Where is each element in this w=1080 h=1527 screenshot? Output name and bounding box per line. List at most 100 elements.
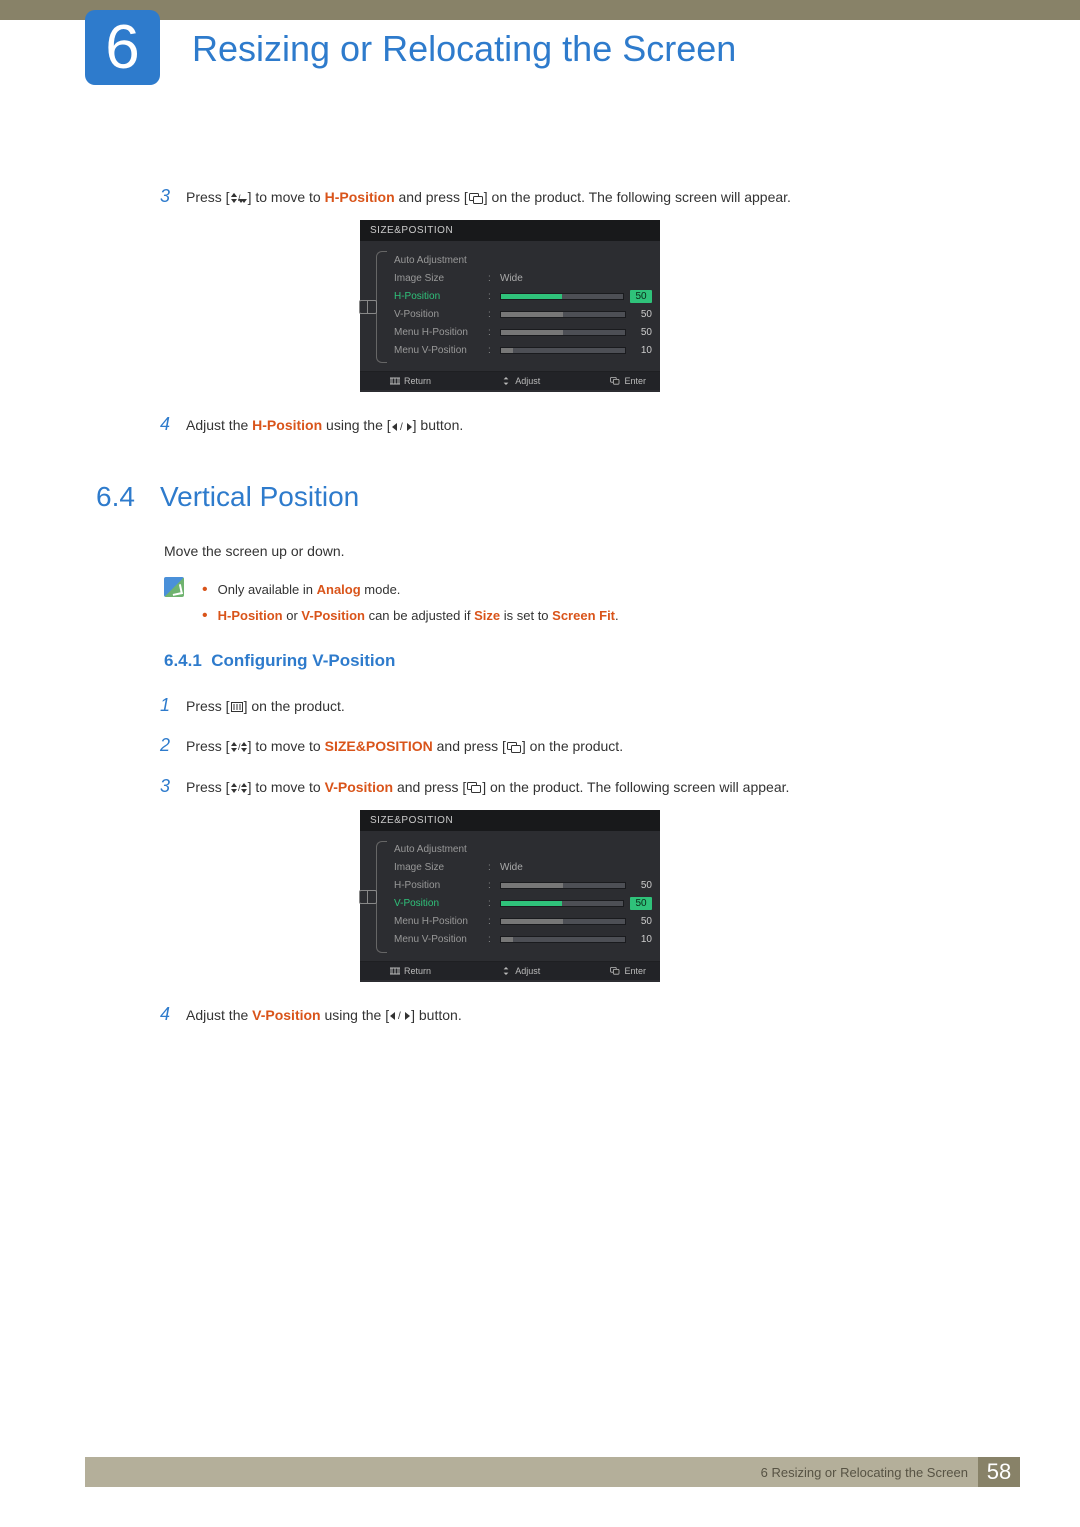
text: . <box>615 608 619 623</box>
keyword: H-Position <box>325 189 395 205</box>
step-row: 1 Press [ ] on the product. <box>160 689 970 721</box>
keyword: Analog <box>317 582 361 597</box>
enter-icon <box>507 742 521 753</box>
osd-menu-item: Menu V-Position:10 <box>394 341 652 359</box>
page-number: 58 <box>978 1457 1020 1487</box>
subsection-title: Configuring V-Position <box>211 651 395 670</box>
up-down-icon: / <box>231 742 247 752</box>
step-text: Press [/] to move to H-Position and pres… <box>186 185 970 210</box>
osd-footer: Return Adjust Enter <box>360 371 660 390</box>
left-right-icon: / <box>392 422 412 432</box>
text: ] to move to <box>248 738 325 754</box>
manual-page: 6 Resizing or Relocating the Screen 3 Pr… <box>0 0 1080 1527</box>
bullet-icon: • <box>202 577 208 603</box>
keyword: Size <box>474 608 500 623</box>
osd-slider: 50 <box>500 897 652 910</box>
step-number: 4 <box>160 998 186 1030</box>
osd-slider: 50 <box>500 290 652 303</box>
header-stripe <box>0 0 1080 20</box>
text: and press [ <box>393 779 466 795</box>
osd-body: Auto AdjustmentImage Size:WideH-Position… <box>360 831 660 961</box>
text: ] button. <box>411 1007 462 1023</box>
text: ] to move to <box>248 189 325 205</box>
osd-slider-value: 50 <box>632 327 652 338</box>
footer-bar: 6 Resizing or Relocating the Screen 58 <box>85 1457 1020 1487</box>
osd-item-label: V-Position <box>394 898 482 909</box>
step-text: Press [ ] on the product. <box>186 694 970 719</box>
colon: : <box>488 273 494 284</box>
text: and press [ <box>433 738 506 754</box>
bullet-icon: • <box>202 603 208 629</box>
step-number: 3 <box>160 770 186 802</box>
keyword: H-Position <box>218 608 283 623</box>
osd-item-label: Image Size <box>394 862 482 873</box>
text: or <box>283 608 302 623</box>
step-number: 1 <box>160 689 186 721</box>
text: Press [ <box>186 698 230 714</box>
osd-adjust: Adjust <box>501 966 540 976</box>
note-list: • Only available in Analog mode. • H-Pos… <box>202 577 619 629</box>
osd-item-value: Wide <box>500 862 523 873</box>
text: Press [ <box>186 779 230 795</box>
osd-menu-item: Auto Adjustment <box>394 841 652 859</box>
osd-left-bracket <box>368 841 394 953</box>
keyword: V-Position <box>325 779 393 795</box>
osd-item-label: H-Position <box>394 291 482 302</box>
osd-item-label: Menu V-Position <box>394 345 482 356</box>
osd-item-label: Menu H-Position <box>394 327 482 338</box>
step-number: 4 <box>160 408 186 440</box>
osd-panel-vposition: SIZE&POSITION Auto Adjustment Image Size:… <box>360 810 660 982</box>
text: using the [ <box>321 1007 390 1023</box>
osd-menu-item: Menu H-Position:50 <box>394 913 652 931</box>
menu-icon <box>231 702 243 712</box>
osd-item-label: Auto Adjustment <box>394 844 482 855</box>
osd-slider-value: 50 <box>632 916 652 927</box>
subsection-number: 6.4.1 <box>164 651 202 670</box>
step-text: Press [/] to move to SIZE&POSITION and p… <box>186 734 970 759</box>
text: ] on the product. The following screen w… <box>482 779 789 795</box>
osd-title: SIZE&POSITION <box>360 810 660 831</box>
svg-text:/: / <box>238 783 241 793</box>
text: Only available in <box>218 582 317 597</box>
note-text: H-Position or V-Position can be adjusted… <box>218 603 619 629</box>
section-number: 6.4 <box>96 481 160 513</box>
osd-menu-item: Menu H-Position:50 <box>394 323 652 341</box>
osd-item-label: Auto Adjustment <box>394 255 482 266</box>
osd-menu-item: Image Size:Wide <box>394 269 652 287</box>
osd-enter: Enter <box>610 966 646 976</box>
step-row: 3 Press [/] to move to H-Position and pr… <box>160 180 970 212</box>
osd-slider: 50 <box>500 327 652 338</box>
colon: : <box>488 309 494 320</box>
chapter-title: Resizing or Relocating the Screen <box>192 28 736 70</box>
text: ] on the product. <box>244 698 345 714</box>
text: is set to <box>500 608 552 623</box>
keyword: SIZE&POSITION <box>325 738 433 754</box>
keyword: H-Position <box>252 417 322 433</box>
left-right-icon: / <box>390 1011 410 1021</box>
enter-icon <box>469 193 483 204</box>
text: Enter <box>624 966 646 976</box>
osd-slider: 10 <box>500 345 652 356</box>
colon: : <box>488 291 494 302</box>
step-row: 4 Adjust the V-Position using the [/] bu… <box>160 998 970 1030</box>
osd-menu-item: V-Position:50 <box>394 895 652 913</box>
note-item: • Only available in Analog mode. <box>202 577 619 603</box>
enter-icon <box>467 782 481 793</box>
text: ] to move to <box>248 779 325 795</box>
text: Adjust <box>515 376 540 386</box>
page-body: 3 Press [/] to move to H-Position and pr… <box>160 180 970 1038</box>
osd-slider: 50 <box>500 880 652 891</box>
colon: : <box>488 916 494 927</box>
text: Press [ <box>186 189 230 205</box>
note-block: • Only available in Analog mode. • H-Pos… <box>164 577 970 629</box>
colon: : <box>488 934 494 945</box>
text: Enter <box>624 376 646 386</box>
keyword: V-Position <box>252 1007 320 1023</box>
osd-rows: Auto AdjustmentImage Size:WideH-Position… <box>394 841 652 953</box>
chapter-number-badge: 6 <box>85 10 160 85</box>
section-heading: 6.4 Vertical Position <box>96 481 970 513</box>
footer-text: 6 Resizing or Relocating the Screen <box>761 1465 968 1480</box>
keyword: Screen Fit <box>552 608 615 623</box>
colon: : <box>488 898 494 909</box>
text: Adjust <box>515 966 540 976</box>
